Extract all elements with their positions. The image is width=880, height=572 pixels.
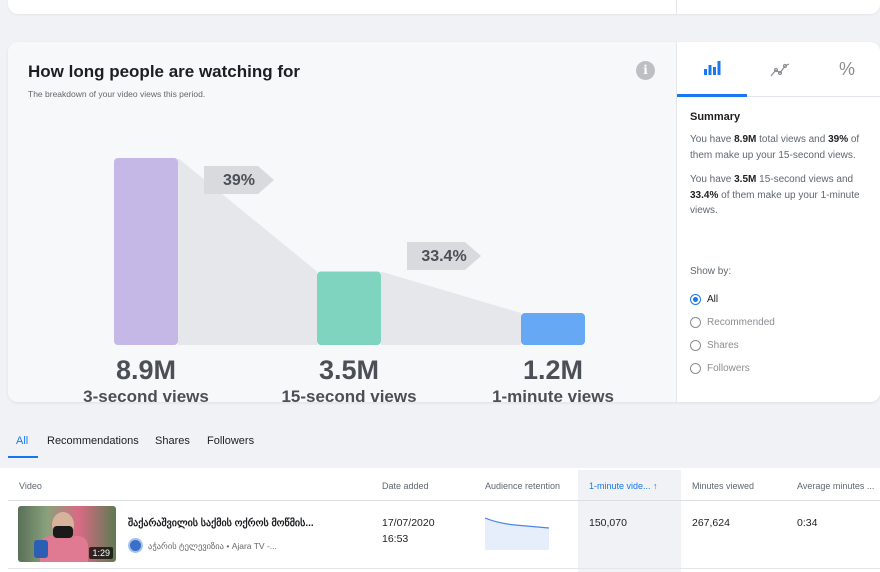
- column-header-one-minute-views[interactable]: 1-minute vide... ↑: [589, 481, 658, 491]
- bar-category-label: 1-minute views: [492, 387, 614, 402]
- bar-value-label: 8.9M: [116, 355, 176, 385]
- conversion-rate-label: 33.4%: [421, 248, 466, 265]
- radio-icon: [690, 317, 701, 328]
- summary-text-1: You have 8.9M total views and 39% of the…: [690, 134, 860, 161]
- column-header-minutes-viewed[interactable]: Minutes viewed: [692, 481, 754, 491]
- bar-value-label: 3.5M: [319, 355, 379, 385]
- bar-chart-icon[interactable]: [677, 42, 747, 97]
- radio-shares[interactable]: Shares: [690, 340, 739, 351]
- page-avatar-icon: [128, 538, 143, 553]
- radio-selected-icon: [690, 294, 701, 305]
- radio-followers[interactable]: Followers: [690, 363, 750, 374]
- radio-all[interactable]: All: [690, 294, 718, 305]
- previous-card-edge: [8, 0, 880, 14]
- column-header-average-minutes[interactable]: Average minutes ...: [797, 481, 874, 491]
- funnel-connector: [381, 271, 521, 345]
- video-title[interactable]: შაქარაშვილის საქმის ოქროს მოწმის...: [128, 518, 314, 529]
- header-divider: [8, 500, 880, 501]
- radio-icon: [690, 363, 701, 374]
- filter-tabs: All Recommendations Shares Followers: [0, 430, 880, 458]
- summary-title: Summary: [690, 111, 741, 123]
- column-header-retention[interactable]: Audience retention: [485, 481, 560, 491]
- radio-recommended[interactable]: Recommended: [690, 317, 775, 328]
- one-minute-views-value: 150,070: [589, 517, 627, 529]
- summary-text-2: You have 3.5M 15-second views and 33.4% …: [690, 174, 860, 216]
- minutes-viewed-value: 267,624: [692, 517, 730, 529]
- show-by-label: Show by:: [690, 266, 732, 277]
- active-tab-indicator: [8, 456, 38, 458]
- time-added: 16:53: [382, 533, 409, 545]
- bar-category-label: 3-second views: [83, 387, 209, 402]
- funnel-bar[interactable]: [521, 313, 585, 345]
- video-duration: 1:29: [89, 547, 113, 559]
- date-added: 17/07/2020: [382, 517, 435, 529]
- funnel-chart: 8.9M 3-second views 3.5M 15-second views 1.2…: [83, 158, 614, 402]
- bar-value-label: 1.2M: [523, 355, 583, 385]
- summary-panel: % Summary You have 8.9M total views and …: [676, 42, 880, 402]
- line-chart-icon[interactable]: [747, 42, 813, 97]
- audience-retention-sparkline: [485, 517, 549, 550]
- column-header-video[interactable]: Video: [19, 481, 42, 491]
- column-header-date[interactable]: Date added: [382, 481, 429, 491]
- conversion-rate-label: 39%: [223, 172, 255, 189]
- tab-recommendations[interactable]: Recommendations: [47, 435, 139, 447]
- watch-time-card: How long people are watching for The bre…: [8, 42, 880, 402]
- average-minutes-value: 0:34: [797, 517, 818, 529]
- funnel-chart-area: How long people are watching for The bre…: [8, 42, 676, 402]
- tab-shares[interactable]: Shares: [155, 435, 190, 447]
- chart-type-tabs: %: [677, 42, 880, 97]
- tab-all[interactable]: All: [16, 435, 28, 447]
- bar-category-label: 15-second views: [281, 387, 416, 402]
- row-divider: [8, 568, 880, 569]
- radio-icon: [690, 340, 701, 351]
- videos-table: Video Date added Audience retention 1-mi…: [0, 468, 880, 572]
- video-thumbnail[interactable]: 1:29: [18, 506, 116, 562]
- funnel-bar[interactable]: [114, 158, 178, 345]
- tab-followers[interactable]: Followers: [207, 435, 254, 447]
- percent-icon[interactable]: %: [813, 42, 880, 97]
- page-name[interactable]: აჭარის ტელევიზია • Ajara TV -...: [148, 541, 277, 552]
- funnel-bar[interactable]: [317, 271, 381, 345]
